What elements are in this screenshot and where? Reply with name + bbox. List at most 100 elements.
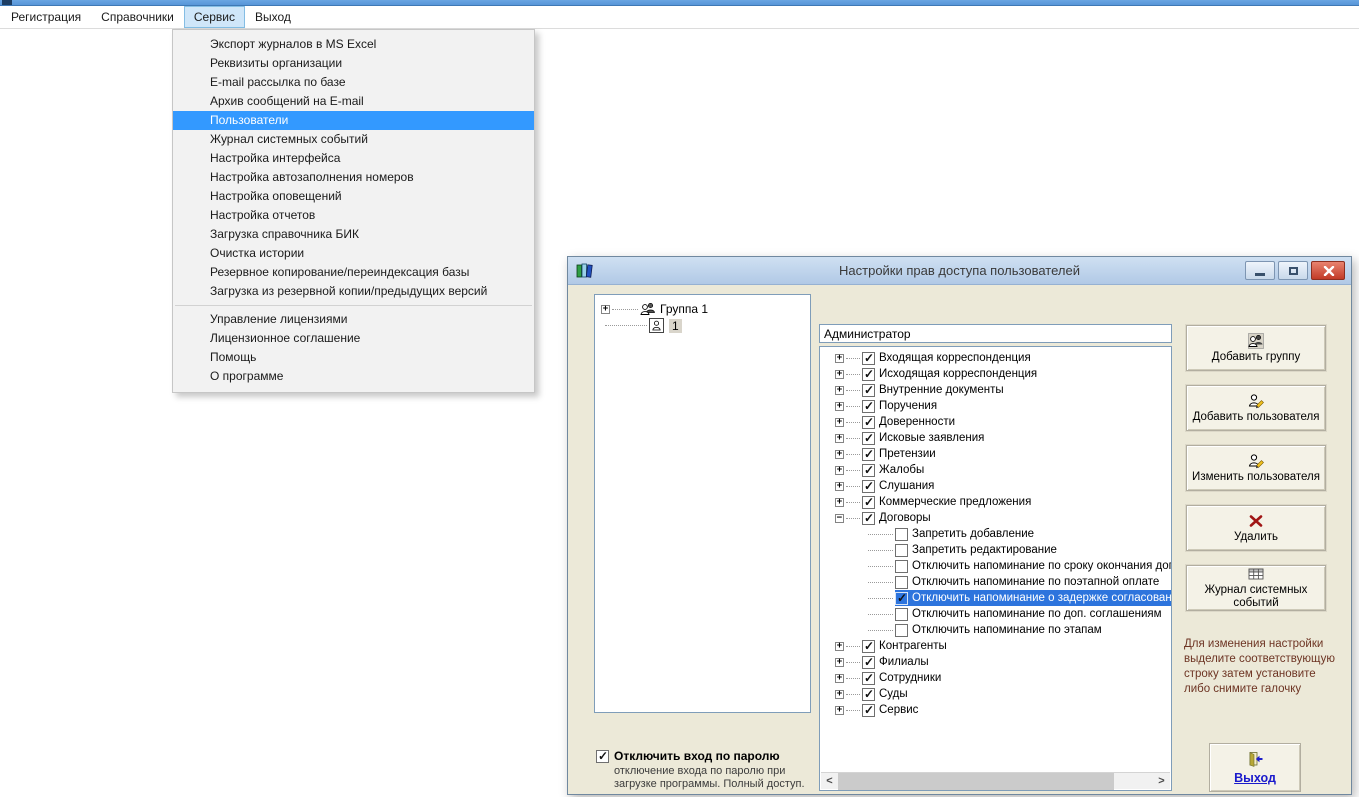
permission-row[interactable]: Сервис [820,702,1171,718]
permission-row[interactable]: Запретить редактирование [820,542,1171,558]
delete-button[interactable]: Удалить [1186,505,1326,551]
permission-row[interactable]: Отключить напоминание по доп. соглашения… [820,606,1171,622]
menu-item[interactable]: Резервное копирование/переиндексация баз… [173,263,534,282]
permission-item[interactable]: Входящая корреспонденция [862,350,1034,366]
exit-button[interactable]: Выход [1209,743,1301,792]
permission-row[interactable]: Жалобы [820,462,1171,478]
permission-item[interactable]: Отключить напоминание о задержке согласо… [895,590,1171,606]
user-name-field[interactable] [819,324,1172,343]
expander-icon[interactable] [835,497,844,507]
permission-item[interactable]: Отключить напоминание по сроку окончания… [895,558,1171,574]
permission-row[interactable]: Сотрудники [820,670,1171,686]
menu-item[interactable]: Экспорт журналов в MS Excel [173,35,534,54]
expander-icon[interactable] [835,385,844,395]
menu-item[interactable]: Загрузка справочника БИК [173,225,534,244]
permission-row[interactable]: Исходящая корреспонденция [820,366,1171,382]
expander-icon[interactable] [835,465,844,475]
permission-item[interactable]: Отключить напоминание по доп. соглашения… [895,606,1165,622]
scroll-right-arrow[interactable]: > [1153,775,1170,787]
permission-row[interactable]: Суды [820,686,1171,702]
permission-row[interactable]: Слушания [820,478,1171,494]
group-user-row[interactable]: 1 [605,318,682,333]
menu-item[interactable]: Лицензионное соглашение [173,329,534,348]
scrollbar-thumb[interactable] [838,772,1114,790]
permission-checkbox[interactable] [862,639,875,653]
permission-item[interactable]: Внутренние документы [862,382,1007,398]
permission-item[interactable]: Сервис [862,702,921,718]
permission-checkbox[interactable] [862,351,875,365]
permission-checkbox[interactable] [895,623,908,637]
permission-item[interactable]: Отключить напоминание по этапам [895,622,1105,638]
permission-row[interactable]: Отключить напоминание по сроку окончания… [820,558,1171,574]
expander-icon[interactable] [835,353,844,363]
permission-row[interactable]: Входящая корреспонденция [820,350,1171,366]
expander-icon[interactable] [835,657,844,667]
menu-item[interactable]: Загрузка из резервной копии/предыдущих в… [173,282,534,301]
permission-row[interactable]: Отключить напоминание по поэтапной оплат… [820,574,1171,590]
expander-icon[interactable] [835,481,844,491]
menu-item[interactable]: Архив сообщений на E-mail [173,92,534,111]
permission-item[interactable]: Исковые заявления [862,430,987,446]
expander-icon[interactable] [835,513,844,523]
permission-checkbox[interactable] [895,559,908,573]
expander-icon[interactable] [835,417,844,427]
group-tree-row[interactable]: Группа 1 [601,301,708,317]
permission-item[interactable]: Жалобы [862,462,927,478]
horizontal-scrollbar[interactable]: < > [821,772,1170,790]
expander-icon[interactable] [835,673,844,683]
permission-item[interactable]: Слушания [862,478,937,494]
menu-item[interactable]: Очистка истории [173,244,534,263]
permission-checkbox[interactable] [895,527,908,541]
expander-icon[interactable] [835,433,844,443]
permission-checkbox[interactable] [862,383,875,397]
dialog-titlebar[interactable]: Настройки прав доступа пользователей [568,257,1351,285]
menu-item[interactable]: Пользователи [173,111,534,130]
disable-password-checkbox[interactable] [596,749,609,763]
permission-item[interactable]: Исходящая корреспонденция [862,366,1040,382]
permission-checkbox[interactable] [862,447,875,461]
menu-item[interactable]: Настройка оповещений [173,187,534,206]
add-group-button[interactable]: Добавить группу [1186,325,1326,371]
minimize-button[interactable] [1245,261,1275,280]
menubar-item-registration[interactable]: Регистрация [1,6,91,28]
permission-item[interactable]: Суды [862,686,911,702]
permission-row[interactable]: Внутренние документы [820,382,1171,398]
permission-checkbox[interactable] [862,463,875,477]
permission-row[interactable]: Филиалы [820,654,1171,670]
permission-row[interactable]: Претензии [820,446,1171,462]
menubar-item-exit[interactable]: Выход [245,6,301,28]
permission-row[interactable]: Доверенности [820,414,1171,430]
permission-item[interactable]: Отключить напоминание по поэтапной оплат… [895,574,1162,590]
permission-checkbox[interactable] [895,575,908,589]
expander-icon[interactable] [835,449,844,459]
menu-item[interactable]: Помощь [173,348,534,367]
permission-checkbox[interactable] [862,399,875,413]
permission-row[interactable]: Отключить напоминание о задержке согласо… [820,590,1171,606]
group-label[interactable]: Группа 1 [660,302,708,316]
permission-checkbox[interactable] [862,479,875,493]
permission-checkbox[interactable] [862,687,875,701]
permission-checkbox[interactable] [862,703,875,717]
permission-checkbox[interactable] [895,607,908,621]
menu-item[interactable]: О программе [173,367,534,386]
permission-checkbox[interactable] [862,367,875,381]
permission-checkbox[interactable] [862,495,875,509]
maximize-button[interactable] [1278,261,1308,280]
add-user-button[interactable]: Добавить пользователя [1186,385,1326,431]
permission-item[interactable]: Коммерческие предложения [862,494,1034,510]
permission-item[interactable]: Доверенности [862,414,958,430]
permission-row[interactable]: Отключить напоминание по этапам [820,622,1171,638]
permission-row[interactable]: Исковые заявления [820,430,1171,446]
permission-row[interactable]: Контрагенты [820,638,1171,654]
permission-item[interactable]: Поручения [862,398,940,414]
permission-item[interactable]: Контрагенты [862,638,950,654]
permission-item[interactable]: Запретить добавление [895,526,1037,542]
permission-checkbox[interactable] [895,591,908,605]
menu-item[interactable]: Настройка отчетов [173,206,534,225]
permission-checkbox[interactable] [862,431,875,445]
menubar-item-service[interactable]: Сервис [183,6,245,28]
permission-item[interactable]: Запретить редактирование [895,542,1060,558]
permission-row[interactable]: Коммерческие предложения [820,494,1171,510]
close-button[interactable] [1311,261,1345,280]
collapse-icon[interactable] [601,304,610,314]
